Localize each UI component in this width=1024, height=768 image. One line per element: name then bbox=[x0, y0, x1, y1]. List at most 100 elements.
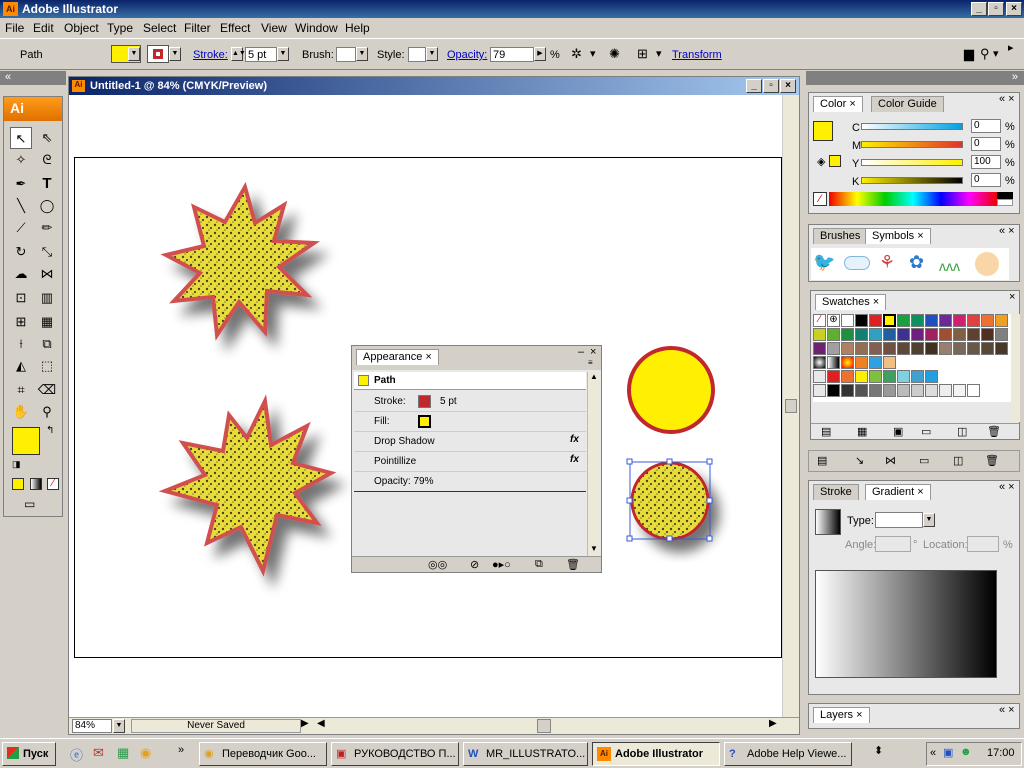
tab-symbols[interactable]: Symbols × bbox=[865, 228, 931, 244]
stroke-weight-dropdown[interactable]: ▼ bbox=[277, 47, 289, 61]
menu-object[interactable]: Object bbox=[64, 21, 99, 35]
tab-color[interactable]: Color × bbox=[813, 96, 863, 112]
swatch-tangerine[interactable] bbox=[855, 356, 868, 369]
channel-c-slider[interactable] bbox=[861, 123, 963, 130]
swatch-gray-20[interactable] bbox=[911, 384, 924, 397]
swatch-soil[interactable] bbox=[995, 342, 1008, 355]
swap-fill-stroke-icon[interactable]: ↰ bbox=[46, 425, 54, 436]
color-black-swatch[interactable] bbox=[997, 192, 1013, 199]
tab-stroke[interactable]: Stroke bbox=[813, 484, 859, 500]
appearance-opacity-row[interactable]: Opacity: 79% bbox=[354, 472, 586, 492]
quicklaunch-app-icon[interactable]: ▦ bbox=[117, 745, 129, 761]
fill-color-box[interactable] bbox=[12, 427, 40, 455]
lasso-tool-icon[interactable]: ᘓ bbox=[36, 149, 58, 171]
swatch-slate-brown[interactable] bbox=[967, 342, 980, 355]
panel-minimize-icon[interactable]: – bbox=[578, 346, 584, 358]
scale-tool-icon[interactable]: ⤡ bbox=[36, 241, 58, 263]
swatch-radial-gradient[interactable] bbox=[813, 356, 826, 369]
swatches-scrollbar[interactable] bbox=[1012, 314, 1020, 422]
swatch-rust[interactable] bbox=[939, 328, 952, 341]
magic-wand-tool-icon[interactable]: ✧ bbox=[10, 149, 32, 171]
expand-dock-icon[interactable]: » bbox=[1012, 71, 1018, 83]
quicklaunch-mail-icon[interactable]: ✉ bbox=[93, 745, 104, 761]
swatch-cocoa[interactable] bbox=[883, 342, 896, 355]
swatch-libraries-icon[interactable]: ▤ bbox=[821, 425, 831, 438]
stroke-weight-input[interactable]: 5 pt bbox=[245, 47, 277, 62]
menu-edit[interactable]: Edit bbox=[33, 21, 54, 35]
swatch-dark-green[interactable] bbox=[911, 314, 924, 327]
scroll-right-arrow[interactable]: ▶ bbox=[769, 718, 777, 729]
swatch-gray-55[interactable] bbox=[869, 384, 882, 397]
swatch-orange-gradient[interactable] bbox=[841, 356, 854, 369]
live-paint-bucket-tool-icon[interactable]: ◭ bbox=[10, 355, 32, 377]
taskbar-button-help-viewer[interactable]: ? Adobe Help Viewe... bbox=[724, 742, 852, 766]
selection-handle-r[interactable] bbox=[706, 497, 713, 504]
brush-selector[interactable] bbox=[336, 47, 356, 62]
gradient-location-input[interactable] bbox=[967, 536, 999, 552]
fill-row-swatch[interactable] bbox=[418, 415, 431, 428]
tab-gradient[interactable]: Gradient × bbox=[865, 484, 931, 500]
menu-type[interactable]: Type bbox=[107, 21, 133, 35]
starburst-shape-2[interactable] bbox=[158, 394, 337, 577]
selection-handle-l[interactable] bbox=[626, 497, 633, 504]
swatch-none[interactable]: ⁄ bbox=[813, 314, 826, 327]
channel-k-slider[interactable] bbox=[861, 177, 963, 184]
zoom-dropdown[interactable]: ▼ bbox=[113, 719, 125, 733]
eyedropper-tool-icon[interactable]: ⟊ bbox=[10, 333, 32, 355]
clear-appearance-icon[interactable]: ⊘ bbox=[470, 558, 479, 571]
menu-file[interactable]: File bbox=[5, 21, 24, 35]
new-swatch-icon[interactable]: ◫ bbox=[957, 425, 967, 438]
appearance-scroll-down-icon[interactable]: ▼ bbox=[590, 544, 598, 553]
panel-menu-icon[interactable]: ≡ bbox=[588, 358, 593, 367]
line-tool-icon[interactable]: ╲ bbox=[10, 195, 32, 217]
symbols-panel-collapse-icon[interactable]: « × bbox=[999, 225, 1015, 237]
reduce-to-basic-icon[interactable]: ●▸○ bbox=[492, 558, 511, 571]
swatch-black[interactable] bbox=[855, 314, 868, 327]
close-button[interactable]: × bbox=[1006, 2, 1022, 16]
layers-panel-collapse-icon[interactable]: « × bbox=[999, 704, 1015, 716]
appearance-pointillize-row[interactable]: Pointillize fx bbox=[354, 452, 586, 472]
collapse-tools-icon[interactable]: « bbox=[5, 71, 11, 83]
pen-tool-icon[interactable]: ✒ bbox=[10, 173, 32, 195]
maximize-button[interactable]: ▫ bbox=[988, 2, 1004, 16]
swatch-brown[interactable] bbox=[953, 328, 966, 341]
tab-brushes[interactable]: Brushes bbox=[813, 228, 868, 244]
swatch-gray-3[interactable] bbox=[953, 384, 966, 397]
scroll-left-arrow[interactable]: ◀ bbox=[317, 718, 325, 729]
color-mode-icon[interactable] bbox=[12, 478, 24, 490]
symbol-bird-icon[interactable]: 🐦 bbox=[813, 252, 835, 273]
swatch-taupe[interactable] bbox=[939, 342, 952, 355]
swatch-folder-1[interactable] bbox=[813, 370, 826, 383]
ellipse-tool-icon[interactable]: ◯ bbox=[36, 195, 58, 217]
swatch-khaki[interactable] bbox=[855, 342, 868, 355]
swatch-bark[interactable] bbox=[981, 342, 994, 355]
selection-handle-br[interactable] bbox=[706, 535, 713, 542]
direct-selection-tool-icon[interactable]: ⇖ bbox=[36, 127, 58, 149]
swatch-registration[interactable]: ⊕ bbox=[827, 314, 840, 327]
channel-y-input[interactable]: 100 bbox=[971, 155, 1001, 169]
pencil-tool-icon[interactable]: ✏ bbox=[36, 217, 58, 239]
status-menu-arrow[interactable]: ▶ bbox=[301, 718, 309, 729]
quicklaunch-chrome-icon[interactable]: ◉ bbox=[140, 745, 151, 761]
swatch-group-cyan[interactable] bbox=[911, 370, 924, 383]
none-mode-icon[interactable]: ⁄ bbox=[47, 478, 59, 490]
vertical-scroll-thumb[interactable] bbox=[785, 399, 797, 413]
quicklaunch-ie-icon[interactable]: ⓔ bbox=[70, 745, 83, 764]
start-button[interactable]: Пуск bbox=[2, 742, 56, 766]
menu-window[interactable]: Window bbox=[295, 21, 338, 35]
recolor-artwork-icon[interactable]: ✺ bbox=[609, 46, 620, 62]
swatch-grass[interactable] bbox=[827, 328, 840, 341]
swatch-white[interactable] bbox=[841, 314, 854, 327]
collapsed-new-icon[interactable]: ▭ bbox=[919, 454, 929, 467]
swatch-gray-70[interactable] bbox=[855, 384, 868, 397]
taskbar-button-manual[interactable]: ▣ РУКОВОДСТВО П... bbox=[331, 742, 459, 766]
tab-color-guide[interactable]: Color Guide bbox=[871, 96, 944, 112]
symbol-blue-flower-icon[interactable]: ✿ bbox=[909, 252, 924, 273]
crop-area-tool-icon[interactable]: ⌗ bbox=[10, 379, 32, 401]
new-color-group-icon[interactable]: ▭ bbox=[921, 425, 931, 438]
mesh-tool-icon[interactable]: ⊞ bbox=[10, 311, 32, 333]
swatch-umber[interactable] bbox=[981, 328, 994, 341]
gradient-panel-collapse-icon[interactable]: « × bbox=[999, 481, 1015, 493]
bridge-icon[interactable]: ▆ bbox=[964, 46, 974, 62]
channel-k-input[interactable]: 0 bbox=[971, 173, 1001, 187]
